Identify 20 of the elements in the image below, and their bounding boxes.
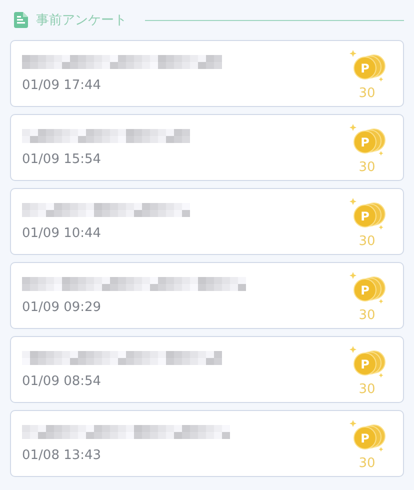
survey-date: 01/09 10:44 — [22, 226, 102, 240]
survey-date: 01/09 08:54 — [22, 374, 102, 388]
survey-date: 01/09 15:54 — [22, 152, 102, 166]
survey-date: 01/08 13:43 — [22, 448, 102, 462]
points-value: 30 — [358, 382, 376, 397]
points-value: 30 — [358, 308, 376, 323]
survey-card[interactable]: 01/08 13:43 P 30 — [10, 410, 404, 477]
survey-card[interactable]: 01/09 10:44 P 30 — [10, 188, 404, 255]
survey-card[interactable]: 01/09 08:54 P 30 — [10, 336, 404, 403]
points-value: 30 — [358, 456, 376, 471]
survey-card[interactable]: 01/09 17:44 P 30 — [10, 40, 404, 107]
survey-date: 01/09 17:44 — [22, 78, 102, 92]
survey-card[interactable]: 01/09 09:29 P 30 — [10, 262, 404, 329]
survey-date: 01/09 09:29 — [22, 300, 102, 314]
points-value: 30 — [358, 160, 376, 175]
points-value: 30 — [358, 86, 376, 101]
document-icon — [14, 12, 28, 28]
survey-card[interactable]: 01/09 15:54 P 30 — [10, 114, 404, 181]
points-value: 30 — [358, 234, 376, 249]
section-title: 事前アンケート — [36, 12, 127, 29]
